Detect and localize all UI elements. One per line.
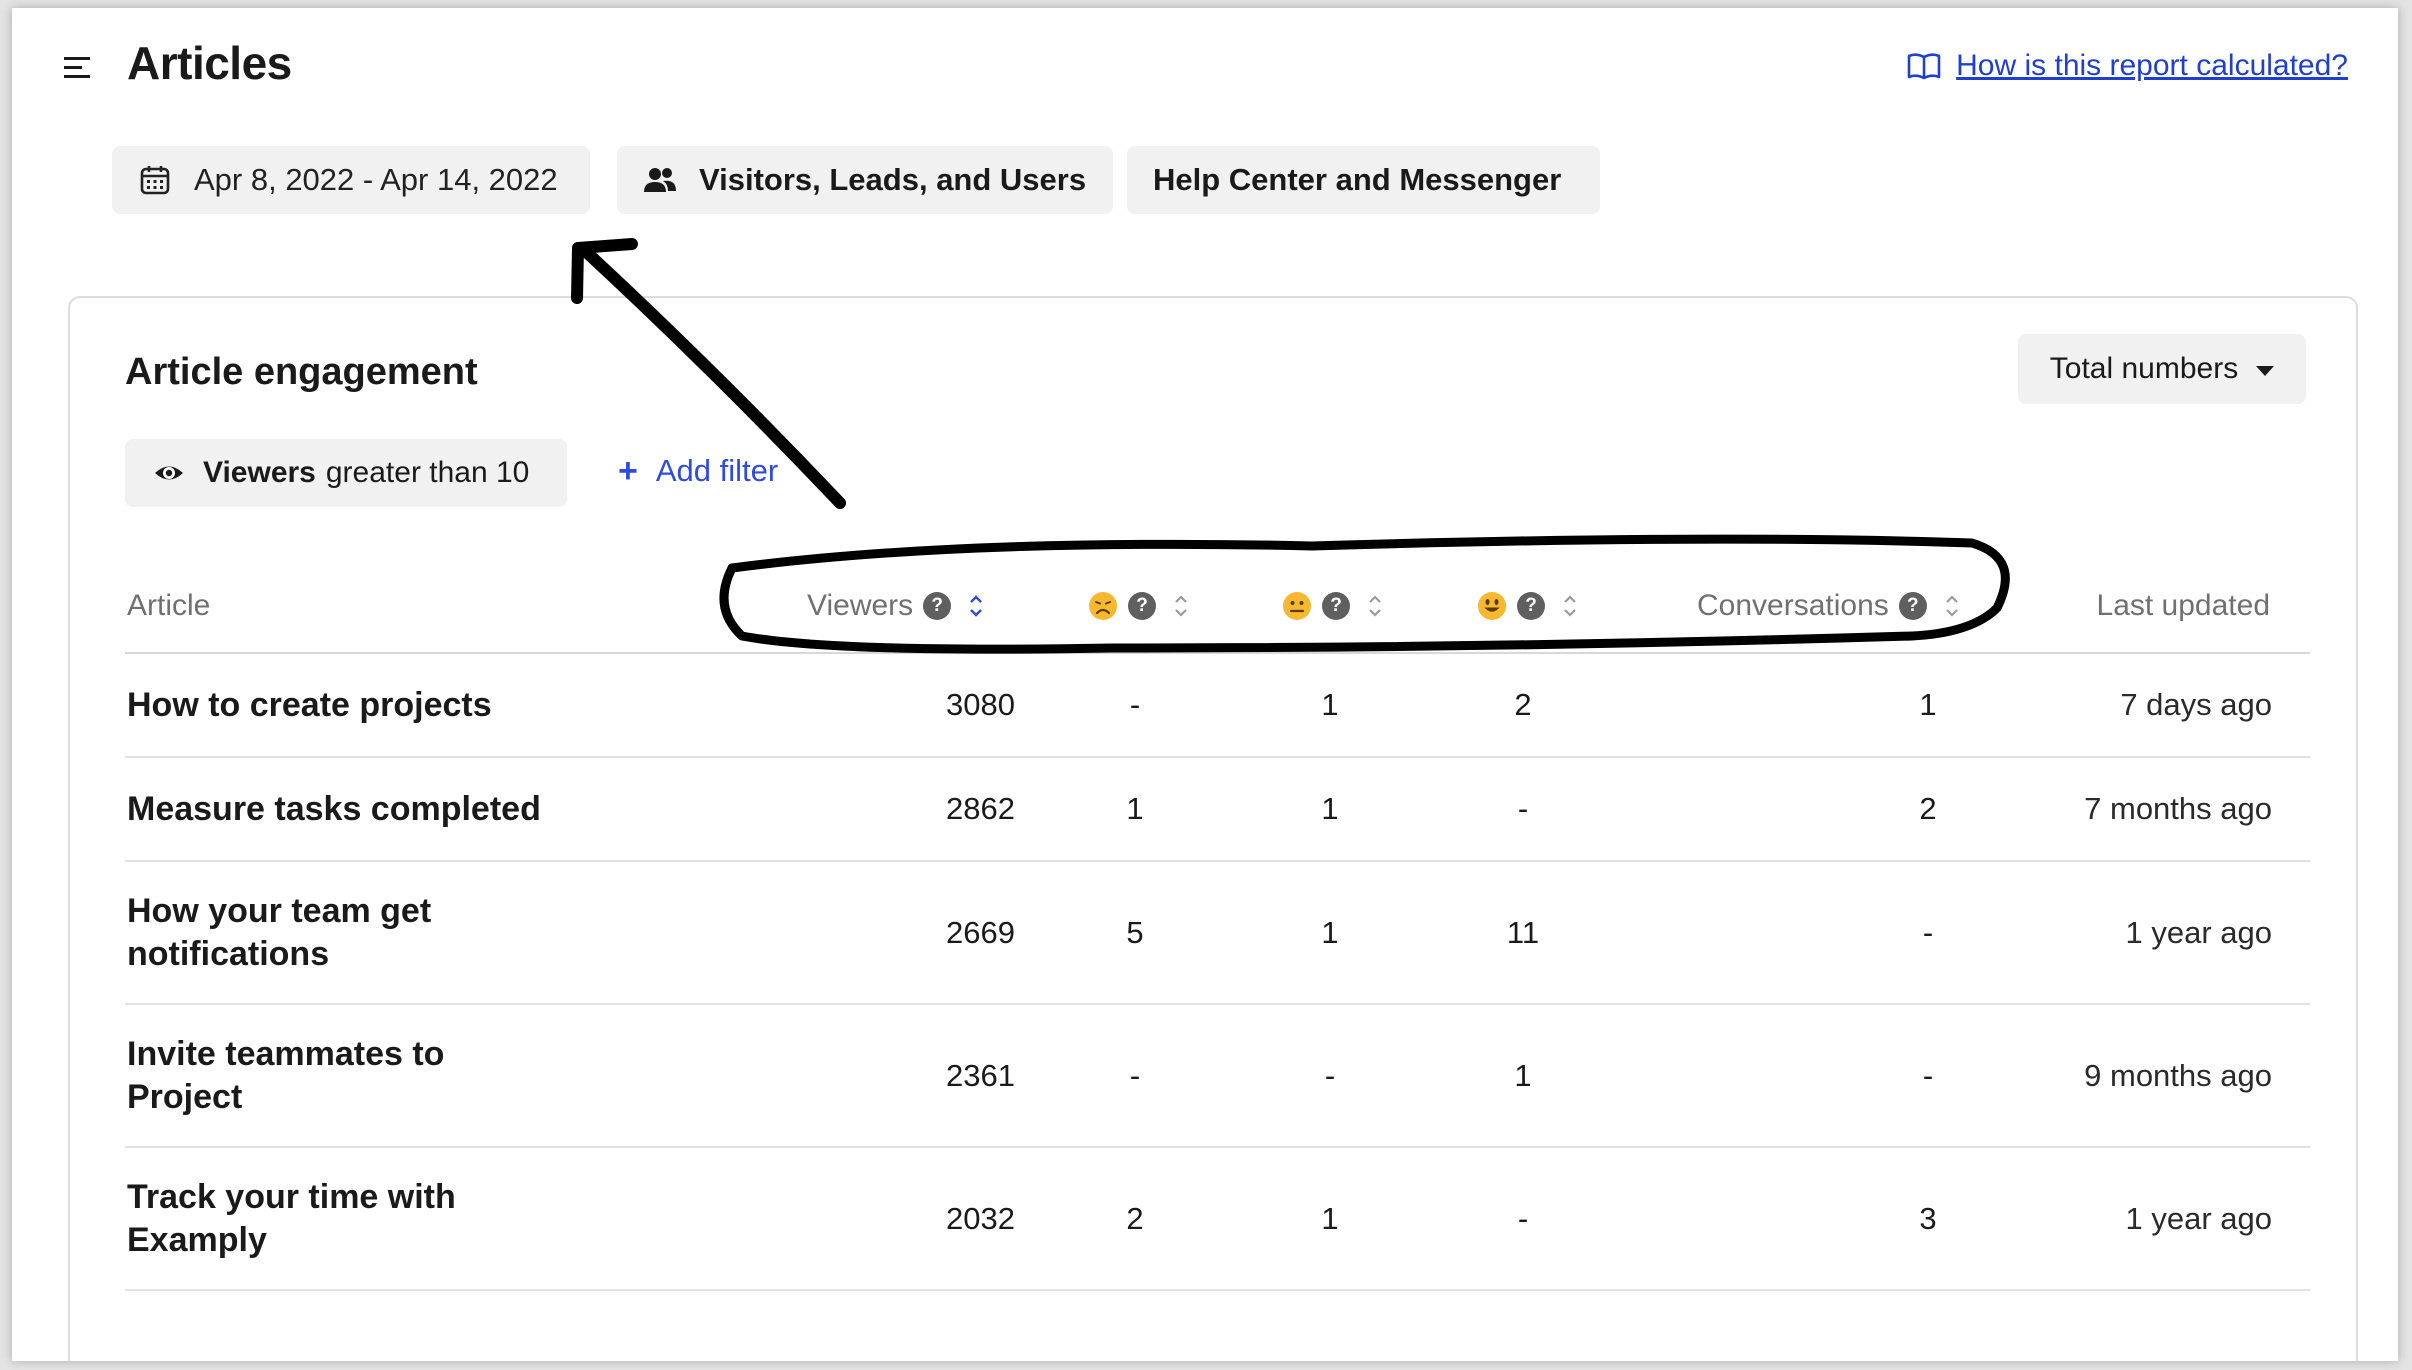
- neutral-count-cell: 1: [1321, 914, 1339, 950]
- table-row[interactable]: How your team get notifications 2669 5 1…: [125, 862, 2310, 1005]
- table-row[interactable]: How to create projects 3080 - 1 2 1 7 da…: [125, 654, 2310, 758]
- sort-icon[interactable]: [1172, 591, 1190, 621]
- neutral-count-cell: 1: [1321, 687, 1339, 722]
- neutral-count-cell: 1: [1321, 791, 1339, 826]
- last-updated-cell: 7 months ago: [2084, 791, 2272, 826]
- neutral-emoji-icon: [1283, 592, 1311, 620]
- neutral-count-cell: 1: [1321, 1200, 1339, 1236]
- table-row[interactable]: Measure tasks completed 2862 1 1 - 2 7 m…: [125, 758, 2310, 862]
- sort-icon[interactable]: [1366, 591, 1384, 621]
- column-header-happy-reaction[interactable]: ?: [1477, 560, 1579, 652]
- conversations-cell: -: [1922, 1057, 1934, 1093]
- sort-icon[interactable]: [1561, 591, 1579, 621]
- help-icon[interactable]: ?: [923, 592, 952, 620]
- card-title: Article engagement: [125, 351, 478, 393]
- sort-icon[interactable]: [1943, 591, 1961, 621]
- date-range-filter[interactable]: Apr 8, 2022 - Apr 14, 2022: [112, 146, 590, 214]
- last-updated-cell: 1 year ago: [2125, 1200, 2273, 1236]
- help-link-label: How is this report calculated?: [1956, 49, 2348, 82]
- happy-count-cell: -: [1517, 1200, 1529, 1236]
- viewers-cell: 2669: [946, 914, 1015, 950]
- sad-count-cell: 5: [1126, 914, 1144, 950]
- caret-down-icon: [2256, 366, 2275, 376]
- column-header-viewers[interactable]: Viewers ?: [807, 560, 985, 652]
- conversations-cell: -: [1922, 914, 1934, 950]
- last-updated-cell: 9 months ago: [2084, 1057, 2272, 1093]
- viewers-cell: 3080: [946, 687, 1015, 722]
- plus-icon: +: [618, 452, 638, 490]
- sad-count-cell: 1: [1126, 791, 1144, 826]
- table-row[interactable]: Invite teammates to Project 2361 - - 1 -…: [125, 1005, 2310, 1148]
- help-link[interactable]: How is this report calculated?: [1906, 48, 2348, 84]
- page-title: Articles: [127, 37, 292, 89]
- channel-filter[interactable]: Help Center and Messenger: [1127, 146, 1600, 214]
- article-title[interactable]: How to create projects: [127, 654, 627, 756]
- happy-count-cell: 2: [1514, 687, 1532, 722]
- column-header-article: Article: [127, 560, 210, 652]
- happy-emoji-icon: [1478, 592, 1506, 620]
- dropdown-label: Total numbers: [2049, 352, 2239, 385]
- total-numbers-dropdown[interactable]: Total numbers: [2018, 334, 2306, 404]
- happy-count-cell: 1: [1514, 1057, 1532, 1093]
- last-updated-cell: 1 year ago: [2125, 914, 2273, 950]
- column-header-last-updated: Last updated: [2097, 560, 2270, 652]
- audience-label: Visitors, Leads, and Users: [699, 162, 1087, 197]
- sad-count-cell: -: [1129, 1057, 1141, 1093]
- help-icon[interactable]: ?: [1128, 592, 1156, 620]
- happy-count-cell: 11: [1506, 914, 1540, 950]
- filter-field: Viewers: [203, 456, 316, 489]
- help-icon[interactable]: ?: [1517, 592, 1545, 620]
- column-label: Article: [127, 589, 211, 622]
- column-header-neutral-reaction[interactable]: ?: [1282, 560, 1384, 652]
- audience-filter[interactable]: Visitors, Leads, and Users: [617, 146, 1113, 214]
- help-icon[interactable]: ?: [1898, 592, 1927, 620]
- hamburger-menu-icon[interactable]: [62, 52, 94, 84]
- viewers-cell: 2862: [946, 791, 1015, 826]
- conversations-cell: 3: [1919, 1200, 1937, 1236]
- calendar-icon: [140, 166, 170, 195]
- column-label: Conversations: [1697, 589, 1889, 622]
- help-icon[interactable]: ?: [1322, 592, 1350, 620]
- add-filter-button[interactable]: + Add filter: [618, 453, 778, 489]
- article-title[interactable]: Track your time with Examply: [127, 1148, 487, 1289]
- viewers-cell: 2032: [946, 1200, 1015, 1236]
- table-header: Article Viewers ? ? ? ? Conversations ? …: [125, 560, 2310, 654]
- date-range-label: Apr 8, 2022 - Apr 14, 2022: [194, 162, 558, 197]
- column-header-conversations[interactable]: Conversations ?: [1697, 560, 1961, 652]
- book-icon: [1907, 53, 1941, 80]
- neutral-count-cell: -: [1324, 1057, 1336, 1093]
- channel-label: Help Center and Messenger: [1153, 162, 1562, 197]
- article-title[interactable]: Measure tasks completed: [127, 758, 627, 860]
- column-label: Last updated: [2096, 589, 2270, 622]
- report-window: Articles How is this report calculated? …: [12, 8, 2398, 1361]
- article-title[interactable]: How your team get notifications: [127, 862, 457, 1003]
- column-label: Viewers: [807, 589, 914, 622]
- column-header-sad-reaction[interactable]: ?: [1088, 560, 1190, 652]
- table-row[interactable]: Track your time with Examply 2032 2 1 - …: [125, 1148, 2310, 1291]
- conversations-cell: 2: [1919, 791, 1937, 826]
- filter-condition: greater than 10: [325, 456, 530, 489]
- annotation-arrow-head: [571, 238, 638, 304]
- sad-count-cell: 2: [1126, 1200, 1144, 1236]
- add-filter-label: Add filter: [655, 453, 779, 488]
- sad-count-cell: -: [1129, 687, 1141, 722]
- eye-icon: [155, 466, 183, 480]
- people-icon: [644, 168, 676, 192]
- sad-emoji-icon: [1089, 592, 1117, 620]
- article-engagement-card: Article engagement Total numbers Viewers…: [68, 296, 2358, 1361]
- sort-active-icon[interactable]: [967, 591, 985, 621]
- last-updated-cell: 7 days ago: [2120, 687, 2272, 722]
- happy-count-cell: -: [1517, 791, 1529, 826]
- article-title[interactable]: Invite teammates to Project: [127, 1005, 457, 1146]
- viewers-filter-chip[interactable]: Viewers greater than 10: [125, 439, 567, 507]
- conversations-cell: 1: [1919, 687, 1937, 722]
- viewers-cell: 2361: [946, 1057, 1015, 1093]
